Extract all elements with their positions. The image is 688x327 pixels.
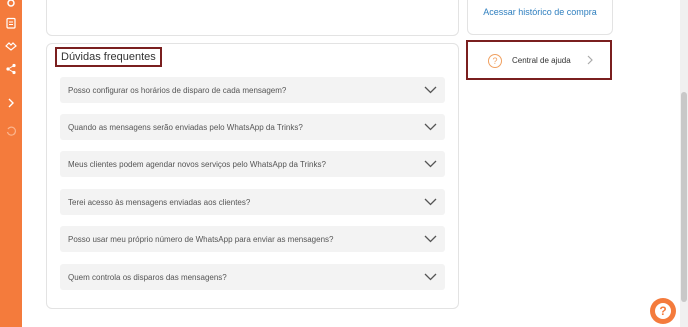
faq-item-label: Terei acesso às mensagens enviadas aos c… — [68, 197, 251, 207]
faq-item[interactable]: Posso usar meu próprio número de WhatsAp… — [60, 226, 445, 252]
chevron-down-icon — [424, 123, 437, 131]
faq-item[interactable]: Posso configurar os horários de disparo … — [60, 77, 445, 103]
purchase-history-card: Acessar histórico de compra — [467, 0, 613, 35]
faq-item[interactable]: Quando as mensagens serão enviadas pelo … — [60, 114, 445, 140]
refresh-icon[interactable] — [4, 124, 18, 138]
faq-item-label: Quando as mensagens serão enviadas pelo … — [68, 122, 303, 132]
faq-card: Dúvidas frequentes Posso configurar os h… — [46, 43, 459, 309]
chevron-down-icon — [424, 235, 437, 243]
handshake-icon[interactable] — [4, 39, 18, 53]
help-center-label: Central de ajuda — [512, 56, 571, 65]
faq-item[interactable]: Terei acesso às mensagens enviadas aos c… — [60, 189, 445, 215]
chevron-down-icon — [424, 160, 437, 168]
purchase-history-link[interactable]: Acessar histórico de compra — [468, 7, 612, 17]
faq-item[interactable]: Quem controla os disparos das mensagens? — [60, 264, 445, 290]
chevron-right-icon — [587, 55, 593, 65]
help-chat-button[interactable]: ? — [650, 298, 676, 324]
clipboard-icon[interactable] — [4, 16, 18, 30]
share-icon[interactable] — [4, 62, 18, 76]
chevron-down-icon — [424, 198, 437, 206]
left-nav-rail — [0, 0, 22, 327]
faq-item-label: Quem controla os disparos das mensagens? — [68, 272, 227, 282]
chevron-down-icon — [424, 86, 437, 94]
faq-item-label: Posso usar meu próprio número de WhatsAp… — [68, 234, 334, 244]
question-icon: ? — [655, 303, 671, 319]
chevron-right-icon[interactable] — [4, 96, 18, 110]
scrollbar-thumb[interactable] — [681, 92, 687, 302]
chevron-down-icon — [424, 273, 437, 281]
question-circle-icon: ? — [488, 54, 502, 68]
help-center-card[interactable]: ? Central de ajuda — [466, 40, 612, 80]
faq-item-label: Posso configurar os horários de disparo … — [68, 85, 287, 95]
page-scrollbar[interactable] — [680, 0, 688, 327]
gear-icon[interactable] — [4, 0, 18, 10]
top-content-card — [46, 0, 459, 36]
faq-item[interactable]: Meus clientes podem agendar novos serviç… — [60, 151, 445, 177]
faq-title: Dúvidas frequentes — [55, 47, 162, 67]
faq-item-label: Meus clientes podem agendar novos serviç… — [68, 159, 326, 169]
